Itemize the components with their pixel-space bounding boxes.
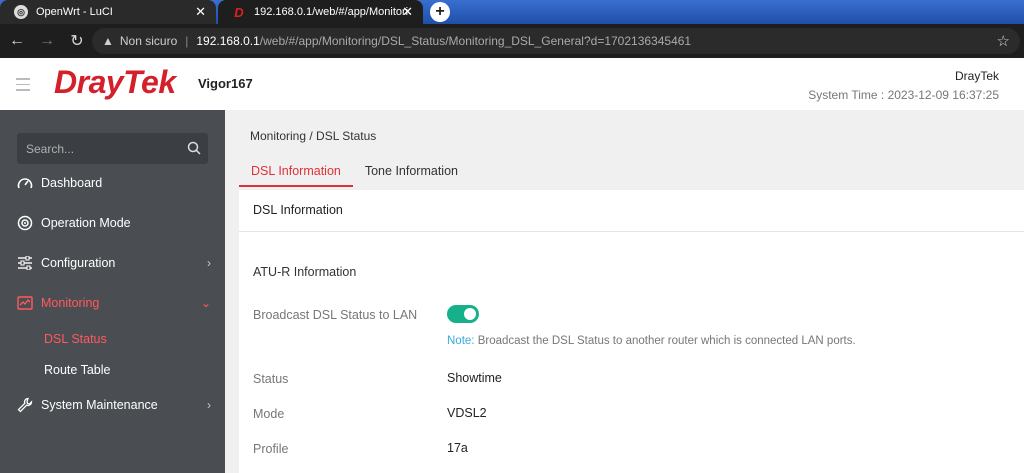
main-content: Monitoring / DSL Status DSL Information …: [225, 110, 1024, 473]
close-tab-icon[interactable]: ✕: [402, 4, 413, 20]
openwrt-favicon-icon: ◎: [14, 5, 28, 19]
sidebar-subitem-dsl-status[interactable]: DSL Status: [44, 332, 107, 346]
wrench-icon: [16, 397, 34, 413]
content-tabs: DSL Information Tone Information: [239, 162, 470, 188]
operation-mode-icon: [16, 215, 34, 231]
sidebar-subitem-route-table[interactable]: Route Table: [44, 363, 111, 377]
dsl-information-card: DSL Information ATU-R Information Broadc…: [239, 190, 1024, 473]
sidebar-item-label: System Maintenance: [41, 398, 158, 412]
url-separator: |: [185, 34, 189, 48]
search-icon[interactable]: [187, 141, 201, 160]
status-value: Showtime: [447, 371, 502, 385]
address-bar[interactable]: ▲ Non sicuro | 192.168.0.1 /web/#/app/Mo…: [92, 28, 1020, 54]
tab-title: 192.168.0.1/web/#/app/Monitori: [254, 6, 409, 18]
app-header: DrayTek Vigor167 DrayTek System Time : 2…: [0, 58, 1024, 110]
sidebar-item-label: Dashboard: [41, 176, 103, 190]
sidebar-item-configuration[interactable]: Configuration ›: [0, 251, 225, 275]
reload-icon[interactable]: ↻: [62, 31, 92, 51]
sidebar-item-dashboard[interactable]: Dashboard: [0, 171, 225, 195]
system-time: System Time : 2023-12-09 16:37:25: [808, 88, 999, 102]
back-arrow-icon[interactable]: ←: [2, 32, 32, 50]
chevron-down-icon: ⌄: [200, 296, 211, 310]
url-path: /web/#/app/Monitoring/DSL_Status/Monitor…: [259, 34, 692, 48]
mode-value: VDSL2: [447, 406, 487, 420]
bookmark-star-icon[interactable]: ☆: [997, 32, 1010, 50]
close-tab-icon[interactable]: ✕: [195, 4, 206, 20]
broadcast-note: Note: Broadcast the DSL Status to anothe…: [447, 335, 856, 347]
sidebar-search: [17, 133, 208, 164]
browser-tab-openwrt[interactable]: ◎ OpenWrt - LuCI ✕: [0, 0, 216, 24]
warning-icon[interactable]: ▲: [102, 34, 114, 48]
menu-toggle-icon[interactable]: [16, 78, 30, 95]
sidebar-item-label: Operation Mode: [41, 216, 131, 230]
card-title: DSL Information: [239, 190, 1024, 232]
profile-value: 17a: [447, 441, 468, 455]
forward-arrow-icon[interactable]: →: [32, 32, 62, 50]
tab-title: OpenWrt - LuCI: [36, 6, 113, 18]
new-tab-button[interactable]: +: [430, 2, 450, 22]
sidebar-item-monitoring[interactable]: Monitoring ⌄: [0, 291, 225, 315]
security-label[interactable]: Non sicuro: [120, 34, 177, 48]
draytek-favicon-icon: D: [234, 4, 244, 20]
search-input[interactable]: [17, 141, 177, 156]
gauge-icon: [16, 176, 34, 190]
toggle-knob: [464, 308, 476, 320]
tab-tone-information[interactable]: Tone Information: [353, 162, 470, 187]
chevron-right-icon: ›: [207, 256, 211, 270]
broadcast-label: Broadcast DSL Status to LAN: [253, 308, 418, 322]
browser-tab-bar: ◎ OpenWrt - LuCI ✕ D 192.168.0.1/web/#/a…: [0, 0, 1024, 24]
sidebar-item-label: Monitoring: [41, 296, 100, 310]
draytek-logo: DrayTek: [54, 64, 176, 100]
section-title: ATU-R Information: [253, 265, 357, 279]
breadcrumb: Monitoring / DSL Status: [250, 129, 377, 143]
status-label: Status: [253, 372, 289, 386]
sidebar-item-system-maintenance[interactable]: System Maintenance ›: [0, 393, 225, 417]
profile-label: Profile: [253, 442, 289, 456]
browser-tab-draytek[interactable]: D 192.168.0.1/web/#/app/Monitori ✕: [218, 0, 423, 24]
chevron-right-icon: ›: [207, 398, 211, 412]
model-name: Vigor167: [198, 76, 253, 91]
mode-label: Mode: [253, 407, 285, 421]
sidebar-item-operation-mode[interactable]: Operation Mode: [0, 211, 225, 235]
note-text: Broadcast the DSL Status to another rout…: [474, 335, 856, 347]
url-host: 192.168.0.1: [196, 34, 260, 48]
sidebar: Dashboard Operation Mode Configuration ›…: [0, 110, 225, 473]
note-label: Note:: [447, 335, 475, 347]
tab-dsl-information[interactable]: DSL Information: [239, 162, 353, 187]
monitoring-icon: [16, 296, 34, 310]
browser-toolbar: ← → ↻ ▲ Non sicuro | 192.168.0.1 /web/#/…: [0, 24, 1024, 58]
broadcast-toggle[interactable]: [447, 305, 479, 323]
device-brand: DrayTek: [954, 69, 999, 83]
sidebar-item-label: Configuration: [41, 256, 116, 270]
sliders-icon: [16, 256, 34, 270]
